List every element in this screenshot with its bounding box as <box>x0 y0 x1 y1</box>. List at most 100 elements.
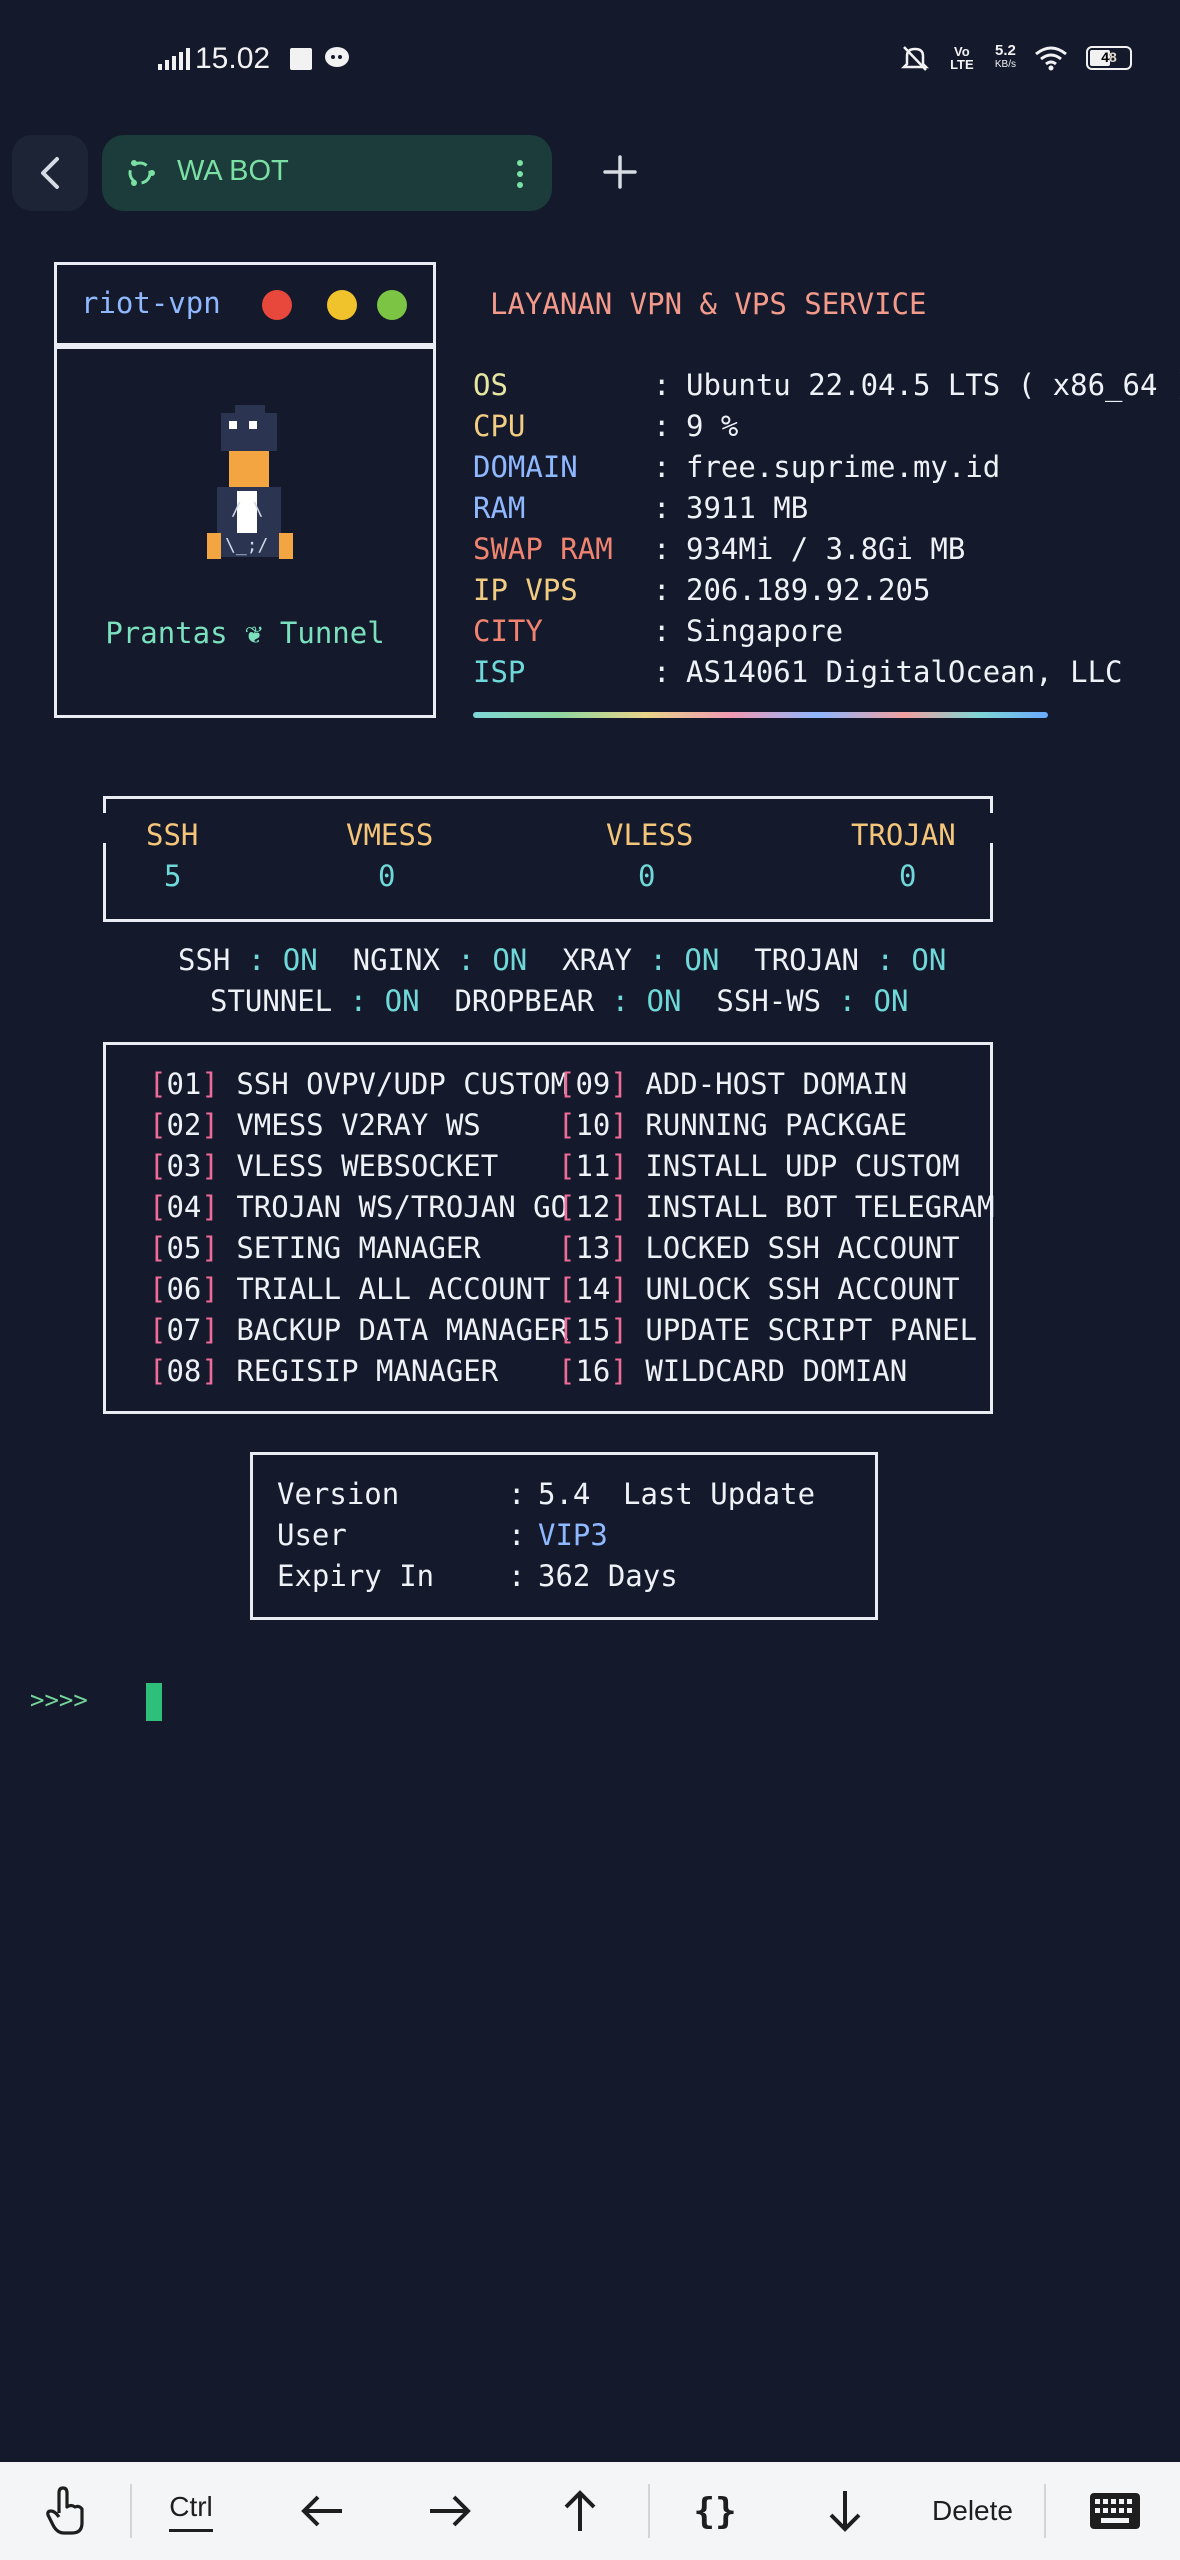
menu-bracket: ] <box>610 1354 628 1388</box>
expiry-sep: : <box>508 1559 526 1593</box>
arrow-up-icon <box>564 2490 596 2531</box>
menu-bracket: [ <box>558 1067 576 1101</box>
menu-label: WILDCARD DOMIAN <box>627 1354 908 1388</box>
menu-item-14[interactable]: [14] UNLOCK SSH ACCOUNT <box>558 1269 995 1310</box>
menu-bracket: [ <box>149 1272 167 1306</box>
service-sep: : <box>332 984 385 1018</box>
service-title: LAYANAN VPN & VPS SERVICE <box>490 287 927 321</box>
menu-number: 03 <box>166 1149 202 1183</box>
volte-indicator: Vo LTE <box>950 44 974 72</box>
stat-header-ssh: SSH <box>146 818 199 852</box>
system-info-value: 9 % <box>686 409 739 443</box>
logo-box: / \ \_;/ Prantas ❦ Tunnel <box>54 346 436 718</box>
delete-key[interactable]: Delete <box>920 2462 1025 2560</box>
menu-item-02[interactable]: [02] VMESS V2RAY WS <box>149 1105 568 1146</box>
service-name: SSH <box>178 943 231 977</box>
service-sep: : <box>439 943 493 977</box>
ctrl-key[interactable]: Ctrl <box>148 2462 234 2560</box>
service-sep: : <box>859 943 912 977</box>
window-title: riot-vpn <box>81 286 221 320</box>
service-name: TROJAN <box>754 943 860 977</box>
menu-label: ADD-HOST DOMAIN <box>627 1067 908 1101</box>
menu-item-07[interactable]: [07] BACKUP DATA MANAGER <box>149 1310 568 1351</box>
stat-count-ssh: 5 <box>164 859 182 893</box>
menu-item-16[interactable]: [16] WILDCARD DOMIAN <box>558 1351 995 1392</box>
version-key: Version <box>277 1477 400 1511</box>
menu-bracket: [ <box>558 1272 576 1306</box>
speed-value: 5.2 <box>995 42 1016 59</box>
network-speed: 5.2 KB/s <box>995 42 1016 72</box>
system-info-sep: : <box>653 368 671 402</box>
keyboard-toggle-button[interactable] <box>1060 2462 1170 2560</box>
menu-number: 06 <box>166 1272 202 1306</box>
arrow-right-key[interactable] <box>410 2462 490 2560</box>
menu-item-01[interactable]: [01] SSH OVPV/UDP CUSTOM <box>149 1064 568 1105</box>
menu-number: 11 <box>575 1149 611 1183</box>
service-gap <box>420 984 455 1018</box>
arrow-up-key[interactable] <box>540 2462 620 2560</box>
tab-label: WA BOT <box>177 155 289 187</box>
menu-bracket: ] <box>201 1067 219 1101</box>
service-status: ON <box>684 943 720 977</box>
arrow-down-key[interactable] <box>805 2462 885 2560</box>
menu-item-12[interactable]: [12] INSTALL BOT TELEGRAM <box>558 1187 995 1228</box>
system-info-value: Ubuntu 22.04.5 LTS ( x86_64 ) <box>686 368 1180 402</box>
new-tab-plus-icon[interactable] <box>595 147 645 197</box>
menu-item-13[interactable]: [13] LOCKED SSH ACCOUNT <box>558 1228 995 1269</box>
expiry-key: Expiry In <box>277 1559 435 1593</box>
expiry-value: 362 Days <box>538 1559 678 1593</box>
separator <box>1044 2484 1046 2538</box>
ctrl-label: Ctrl <box>169 2491 213 2532</box>
version-info-box: Version : 5.4 Last Update User : VIP3 Ex… <box>250 1452 878 1620</box>
menu-bracket: [ <box>149 1108 167 1142</box>
menu-label: INSTALL UDP CUSTOM <box>627 1149 960 1183</box>
battery-icon: 48 <box>1086 46 1132 70</box>
green-dot-icon <box>377 290 407 320</box>
stat-header-trojan: TROJAN <box>851 818 956 852</box>
more-vertical-icon[interactable] <box>514 157 526 191</box>
system-info-value: 206.189.92.205 <box>686 573 931 607</box>
menu-item-11[interactable]: [11] INSTALL UDP CUSTOM <box>558 1146 995 1187</box>
stat-count-trojan: 0 <box>899 859 917 893</box>
system-info-key: DOMAIN <box>473 450 578 484</box>
service-gap <box>527 943 562 977</box>
services-row-2: STUNNEL : ON DROPBEAR : ON SSH-WS : ON <box>210 981 908 1022</box>
mute-icon <box>900 46 929 71</box>
terminal-cursor[interactable] <box>146 1683 162 1721</box>
menu-item-10[interactable]: [10] RUNNING PACKGAE <box>558 1105 995 1146</box>
service-status: ON <box>873 984 909 1018</box>
system-info-value: AS14061 DigitalOcean, LLC <box>686 655 1123 689</box>
menu-item-06[interactable]: [06] TRIALL ALL ACCOUNT <box>149 1269 568 1310</box>
menu-bracket: ] <box>610 1190 628 1224</box>
tab-wa-bot[interactable]: WA BOT <box>102 135 552 211</box>
back-button[interactable] <box>12 135 88 211</box>
menu-item-04[interactable]: [04] TROJAN WS/TROJAN GO <box>149 1187 568 1228</box>
menu-item-05[interactable]: [05] SETING MANAGER <box>149 1228 568 1269</box>
menu-bracket: ] <box>610 1313 628 1347</box>
brand-name: Prantas ❦ Tunnel <box>105 616 385 650</box>
menu-item-03[interactable]: [03] VLESS WEBSOCKET <box>149 1146 568 1187</box>
menu-bracket: [ <box>149 1313 167 1347</box>
version-value: 5.4 <box>538 1477 591 1511</box>
menu-number: 08 <box>166 1354 202 1388</box>
stat-count-vless: 0 <box>638 859 656 893</box>
menu-label: INSTALL BOT TELEGRAM <box>627 1190 995 1224</box>
menu-item-09[interactable]: [09] ADD-HOST DOMAIN <box>558 1064 995 1105</box>
menu-bracket: ] <box>610 1108 628 1142</box>
braces-key[interactable]: {} <box>675 2462 755 2560</box>
menu-bracket: ] <box>201 1231 219 1265</box>
arrow-left-key[interactable] <box>282 2462 362 2560</box>
menu-item-15[interactable]: [15] UPDATE SCRIPT PANEL <box>558 1310 995 1351</box>
chevron-left-icon <box>41 157 59 189</box>
menu-item-08[interactable]: [08] REGISIP MANAGER <box>149 1351 568 1392</box>
user-value: VIP3 <box>538 1518 608 1552</box>
menu-bracket: ] <box>610 1067 628 1101</box>
account-stats-box: SSH VMESS VLESS TROJAN 5 0 0 0 <box>103 796 993 922</box>
menu-bracket: [ <box>149 1149 167 1183</box>
arrow-right-icon <box>430 2495 471 2527</box>
touch-mode-button[interactable] <box>0 2462 130 2560</box>
menu-label: VLESS WEBSOCKET <box>218 1149 499 1183</box>
braces-label: {} <box>693 2490 737 2532</box>
separator <box>130 2484 132 2538</box>
menu-bracket: ] <box>610 1231 628 1265</box>
